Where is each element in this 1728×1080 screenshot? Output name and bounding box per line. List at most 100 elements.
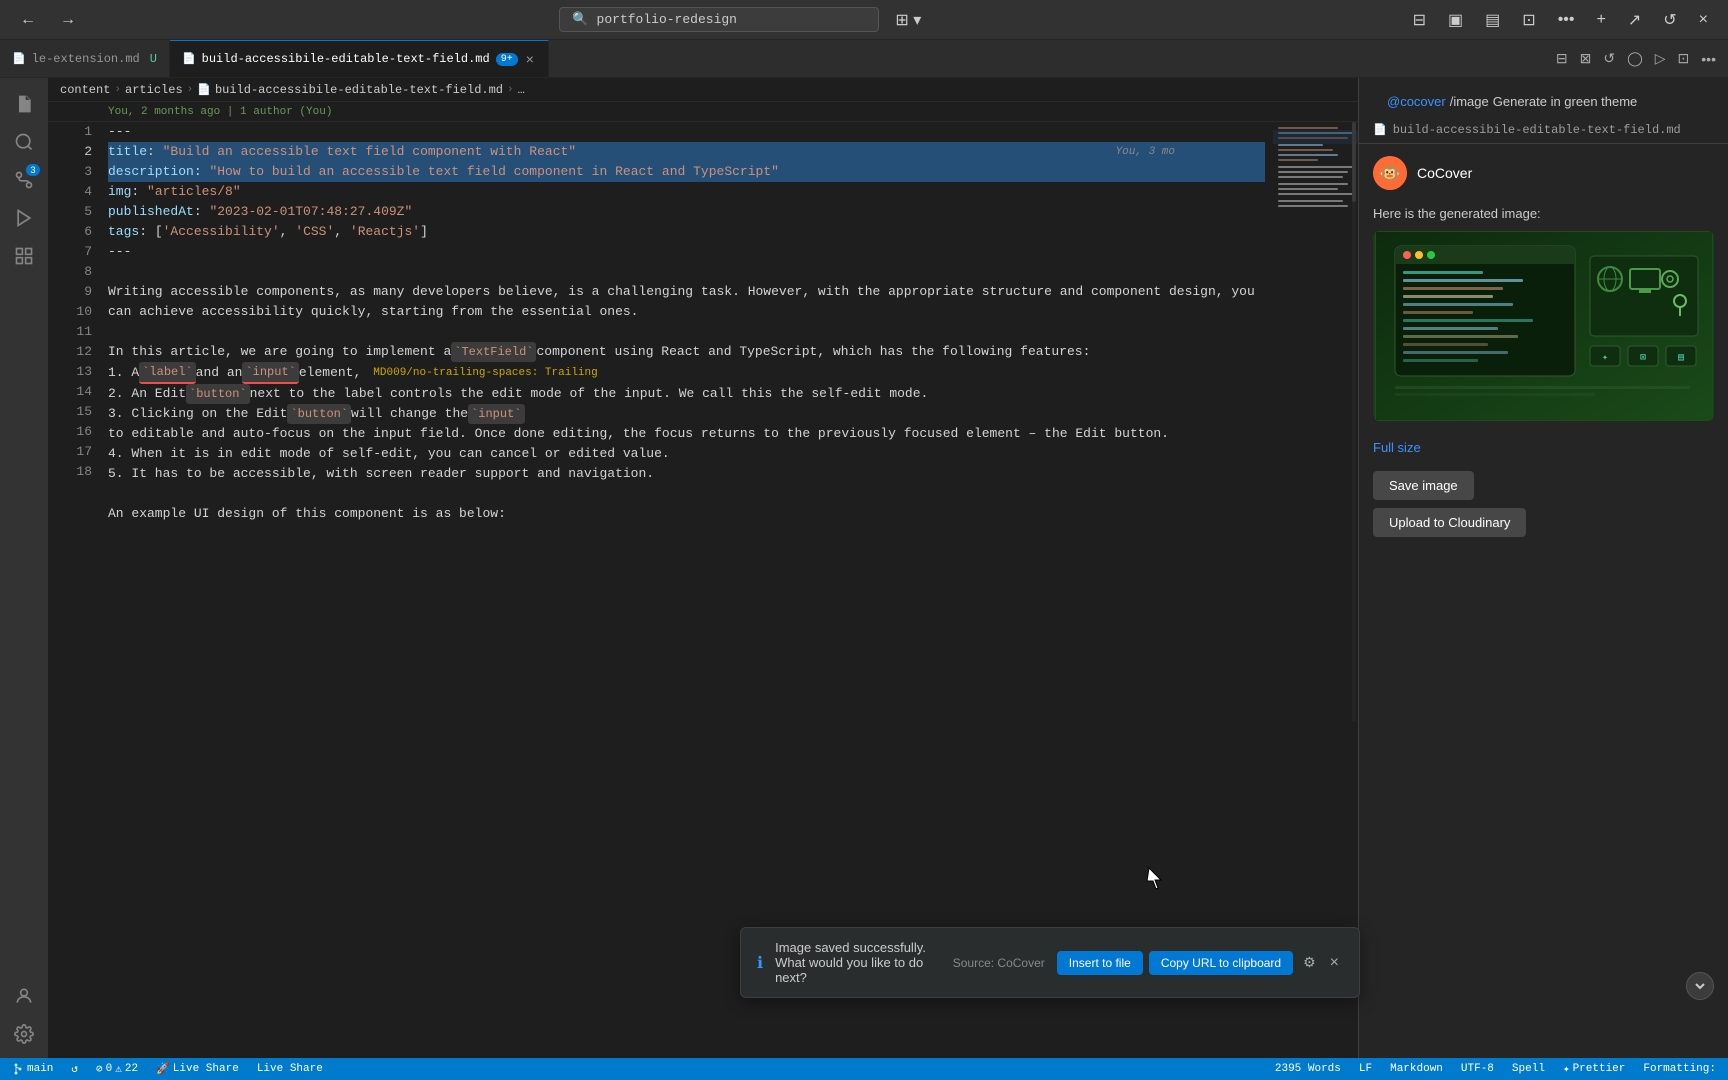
tab-build-accessible[interactable]: 📄 build-accessibile-editable-text-field.…: [170, 40, 549, 77]
svg-text:✦: ✦: [1601, 353, 1607, 364]
more2-btn[interactable]: •••: [1697, 49, 1720, 69]
branch-name: main: [27, 1063, 53, 1075]
error-count: 0: [106, 1063, 113, 1075]
panel-toggle[interactable]: ▤: [1477, 6, 1508, 34]
activity-files[interactable]: [6, 86, 42, 122]
generated-image: ✦ ⊠ ▤: [1373, 231, 1714, 421]
notification-close-button[interactable]: ×: [1326, 952, 1343, 974]
statusbar-live-share[interactable]: Live Share: [253, 1063, 327, 1075]
line-ending: LF: [1359, 1063, 1372, 1075]
notification-settings-button[interactable]: ⚙: [1299, 952, 1320, 973]
scroll-down-button[interactable]: [1686, 972, 1714, 1000]
code-line-16: 5. It has to be accessible, with screen …: [108, 464, 1265, 484]
breadcrumb-icon: 📄: [197, 83, 211, 97]
search-bar[interactable]: 🔍 portfolio-redesign: [559, 7, 879, 32]
activity-source-control[interactable]: 3: [6, 162, 42, 198]
warning-text-12: MD009/no-trailing-spaces: Trailing: [373, 363, 597, 383]
code-area[interactable]: --- title : "Build an accessible text fi…: [100, 122, 1273, 1058]
forward-button[interactable]: →: [52, 7, 84, 33]
code-line-15: 4. When it is in edit mode of self-edit,…: [108, 444, 1265, 464]
code-line-3: description : "How to build an accessibl…: [108, 162, 1265, 182]
prettier-label: Prettier: [1573, 1063, 1626, 1075]
statusbar-language[interactable]: Markdown: [1386, 1063, 1447, 1075]
line-num-12: 12: [56, 342, 92, 362]
save-image-button[interactable]: Save image: [1373, 471, 1474, 500]
breadcrumb: content › articles › 📄 build-accessibile…: [48, 78, 1358, 102]
code-line-1: ---: [108, 122, 1265, 142]
code-line-9: Writing accessible components, as many d…: [108, 282, 1265, 322]
split2-btn[interactable]: ⊡: [1674, 48, 1694, 69]
statusbar-formatting[interactable]: Formatting:: [1639, 1063, 1720, 1075]
layout-button[interactable]: ⊟: [1405, 6, 1434, 34]
history-button[interactable]: ↺: [1655, 6, 1684, 34]
line-num-11: 11: [56, 322, 92, 342]
more-button[interactable]: •••: [1550, 7, 1583, 33]
activity-bar: 3: [0, 78, 48, 1058]
editor-container: content › articles › 📄 build-accessibile…: [48, 78, 1358, 1058]
statusbar-branch[interactable]: main: [8, 1063, 57, 1075]
statusbar-prettier[interactable]: ✦ Prettier: [1559, 1062, 1629, 1076]
editor-content[interactable]: 1 2 3 4 5 6 7 8 9 10 11 12 13 14 15 16 1…: [48, 122, 1358, 1058]
upload-cloudinary-button[interactable]: Upload to Cloudinary: [1373, 508, 1526, 537]
breadcrumb-sep3: ›: [507, 84, 514, 96]
statusbar-sync[interactable]: ↺: [67, 1062, 82, 1076]
code-line-18: An example UI design of this component i…: [108, 504, 1265, 524]
line-num-10: 10: [56, 302, 92, 322]
spell-label: Spell: [1512, 1063, 1545, 1075]
statusbar-line-ending[interactable]: LF: [1355, 1063, 1376, 1075]
notification-actions: Insert to file Copy URL to clipboard ⚙ ×: [1057, 951, 1343, 975]
warning-count: 22: [125, 1063, 138, 1075]
circle-btn[interactable]: ◯: [1623, 48, 1647, 69]
statusbar-errors[interactable]: ⊘ 0 ⚠ 22: [92, 1062, 142, 1076]
breadcrumb-articles[interactable]: articles: [125, 83, 183, 97]
encoding: UTF-8: [1461, 1063, 1494, 1075]
breadcrumb-ellipsis[interactable]: …: [518, 83, 525, 97]
tab-icon-md: 📄: [12, 52, 26, 66]
line-numbers: 1 2 3 4 5 6 7 8 9 10 11 12 13 14 15 16 1…: [48, 122, 100, 1058]
full-size-link[interactable]: Full size: [1373, 440, 1421, 455]
line-num-16: 16: [56, 422, 92, 442]
history2-btn[interactable]: ↺: [1599, 48, 1619, 69]
code-line-12: 1. A `label` and an `input` element, MD0…: [108, 362, 1265, 384]
activity-extensions[interactable]: [6, 238, 42, 274]
insert-to-file-button[interactable]: Insert to file: [1057, 951, 1143, 975]
cocover-header: 🐵 CoCover: [1359, 144, 1728, 202]
activity-account[interactable]: [6, 978, 42, 1014]
statusbar-spell[interactable]: Spell: [1508, 1063, 1549, 1075]
open-button[interactable]: ↗: [1620, 6, 1649, 34]
notification-source: Source: CoCover: [953, 956, 1045, 970]
panel-file-icon: 📄: [1373, 123, 1387, 137]
layout2-button[interactable]: ⊡: [1514, 6, 1543, 34]
code-line-7: ---: [108, 242, 1265, 262]
copy-url-button[interactable]: Copy URL to clipboard: [1149, 951, 1293, 975]
layout3-btn[interactable]: ⊠: [1576, 48, 1596, 69]
sidebar-toggle[interactable]: ▣: [1440, 6, 1471, 34]
prompt-header: @cocover /image Generate in green theme: [1373, 86, 1714, 109]
breadcrumb-content[interactable]: content: [60, 83, 110, 97]
statusbar-right: 2395 Words LF Markdown UTF-8 Spell ✦ Pre…: [1271, 1062, 1720, 1076]
back-button[interactable]: ←: [12, 7, 44, 33]
line-num-5: 5: [56, 202, 92, 222]
code-line-17: [108, 484, 1265, 504]
line-num-17: 17: [56, 442, 92, 462]
breadcrumb-file[interactable]: build-accessibile-editable-text-field.md: [215, 83, 503, 97]
tab-close-button[interactable]: ×: [524, 51, 536, 67]
activity-search[interactable]: [6, 124, 42, 160]
activity-run[interactable]: [6, 200, 42, 236]
new-file-button[interactable]: +: [1589, 7, 1614, 33]
activity-settings[interactable]: [6, 1016, 42, 1052]
split-editor-btn[interactable]: ⊟: [1552, 48, 1572, 69]
extensions-button[interactable]: ⊞ ▾: [887, 6, 929, 34]
statusbar-words[interactable]: 2395 Words: [1271, 1063, 1345, 1075]
code-line-10: [108, 322, 1265, 342]
statusbar-encoding[interactable]: UTF-8: [1457, 1063, 1498, 1075]
svg-text:🐵: 🐵: [1379, 164, 1401, 185]
tab-le-extension[interactable]: 📄 le-extension.md U: [0, 40, 170, 77]
statusbar-launchpad[interactable]: 🚀 Live Share: [152, 1062, 243, 1076]
run-btn[interactable]: ▷: [1651, 48, 1670, 69]
titlebar-left: ← →: [12, 7, 84, 33]
close-button[interactable]: ×: [1691, 7, 1716, 33]
statusbar-left: main ↺ ⊘ 0 ⚠ 22 🚀 Live Share Live Share: [8, 1062, 327, 1076]
live-share-label: Live Share: [257, 1063, 323, 1075]
line-num-7: 7: [56, 242, 92, 262]
